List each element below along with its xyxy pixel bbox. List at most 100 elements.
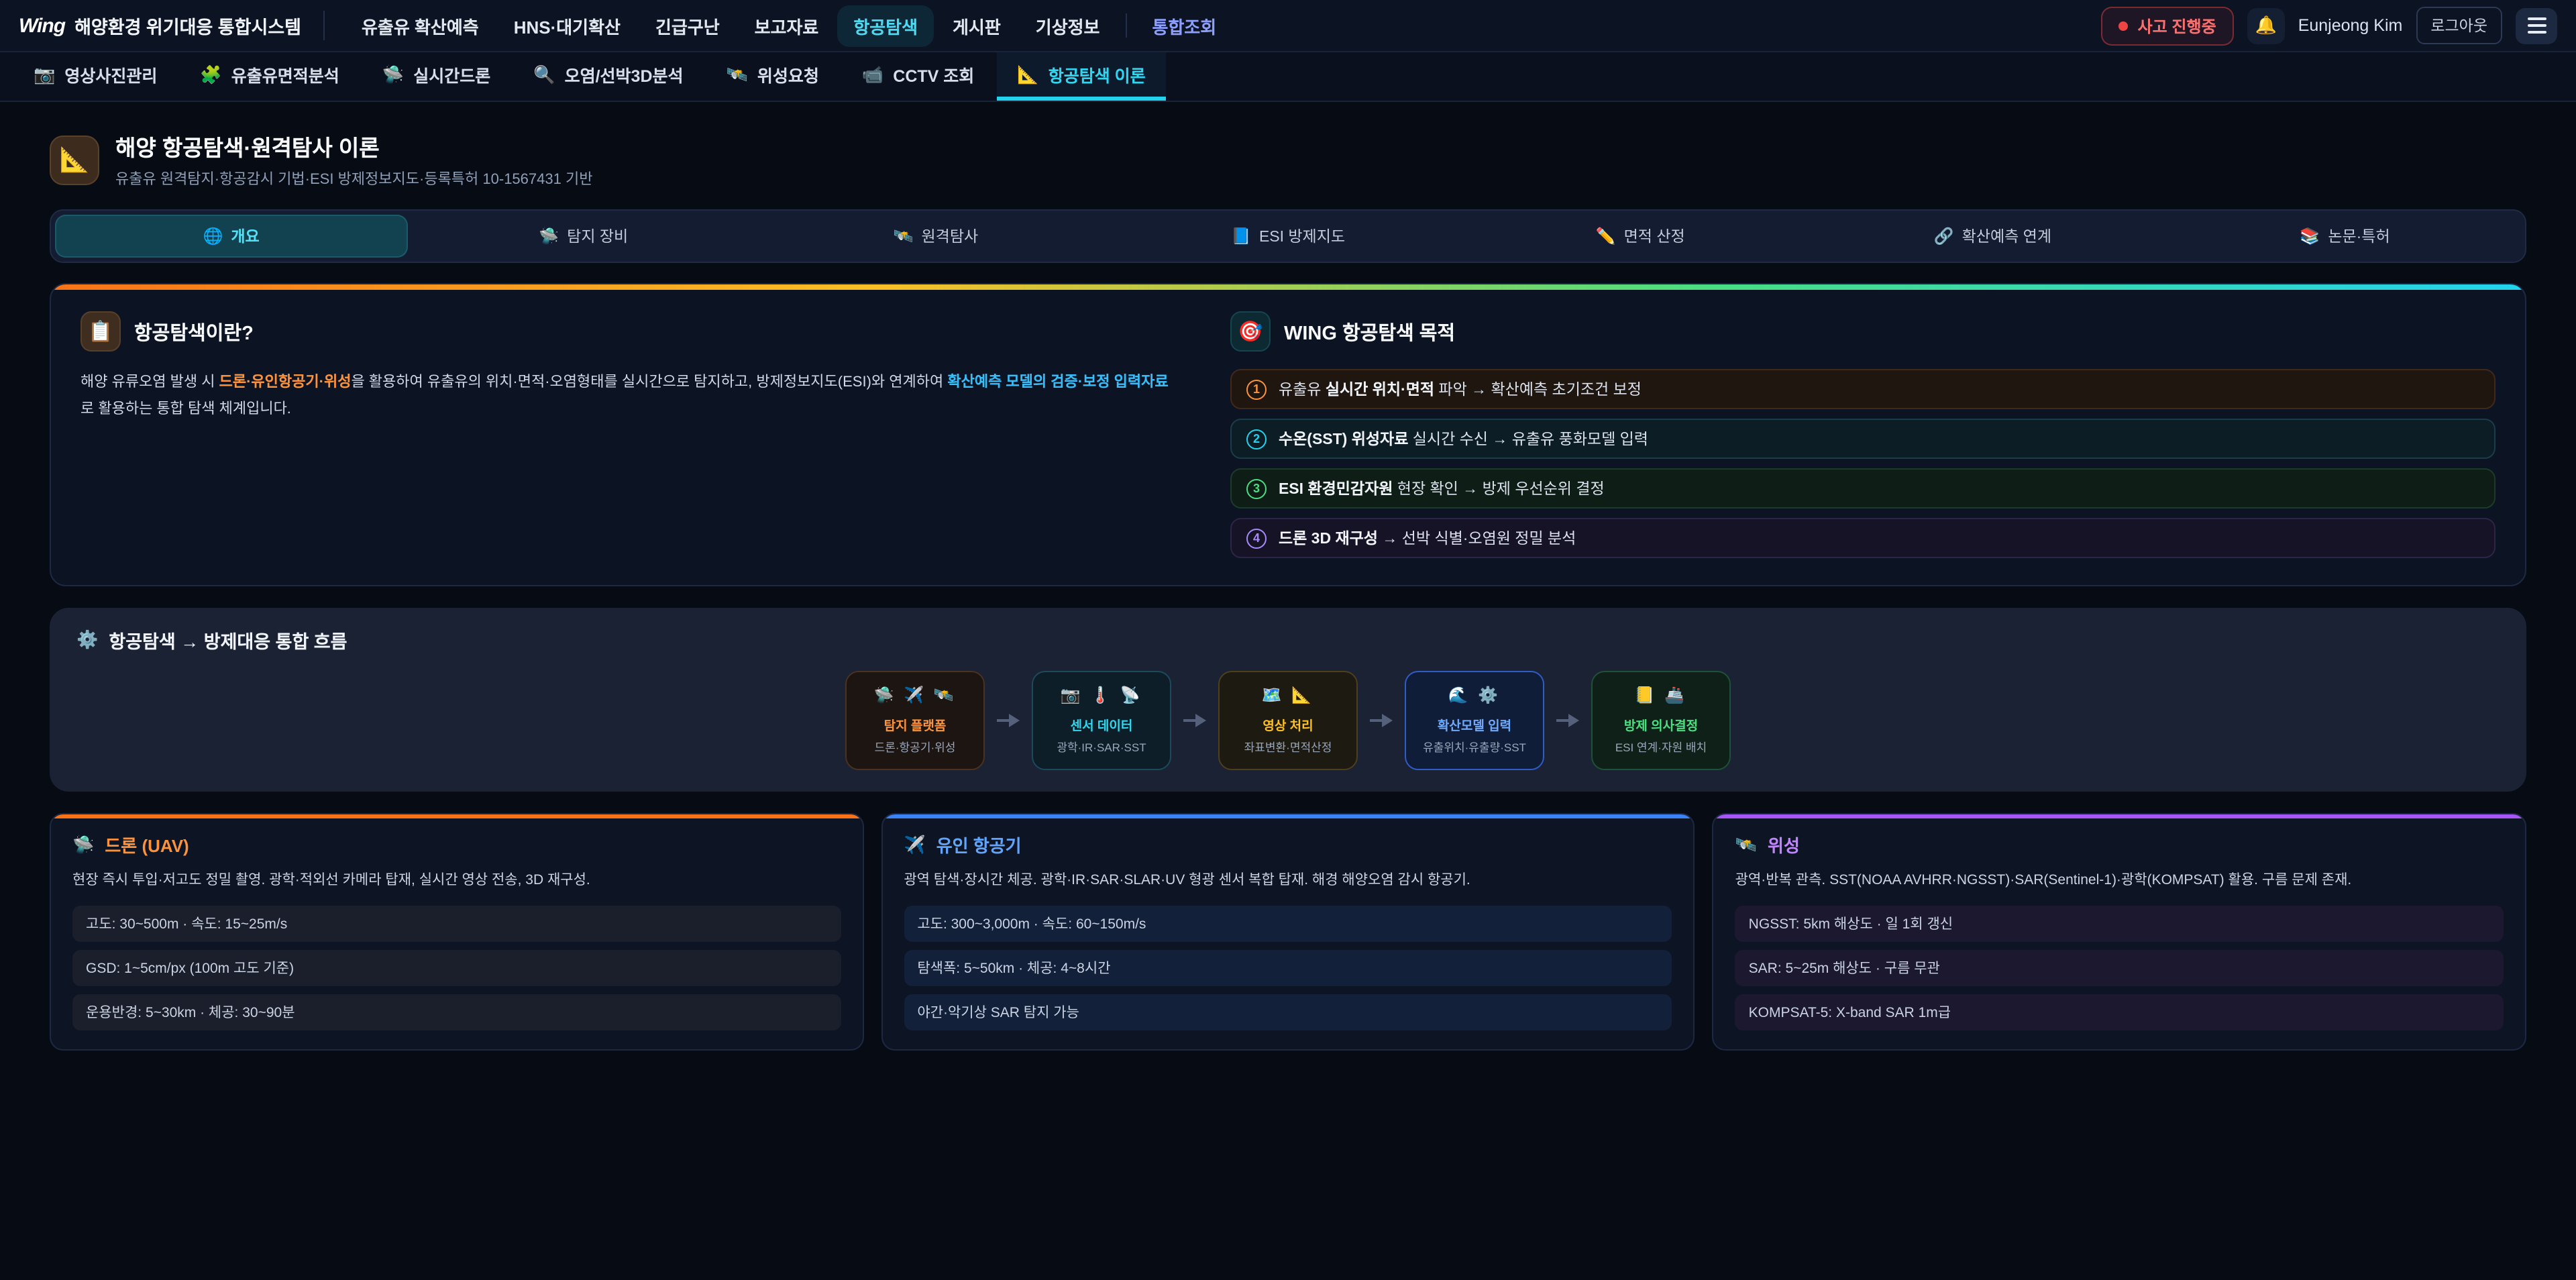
flow-step-diffusion-model-input: 🌊 ⚙️ 확산모델 입력 유출위치·유출량·SST <box>1405 671 1544 770</box>
notification-bell-button[interactable]: 🔔 <box>2247 7 2285 44</box>
hamburger-menu-button[interactable] <box>2516 7 2557 44</box>
logout-button[interactable]: 로그아웃 <box>2416 7 2502 44</box>
incident-status-badge: 사고 진행중 <box>2102 6 2234 45</box>
tab-overview[interactable]: 🌐 개요 <box>55 215 407 258</box>
nav-item-hns-diffusion[interactable]: HNS·대기확산 <box>498 5 637 46</box>
goal-item: 2 수온(SST) 위성자료 실시간 수신 → 유출유 풍화모델 입력 <box>1230 419 2496 459</box>
intro-section: 📋 항공탐색이란? 해양 유류오염 발생 시 드론·유인항공기·위성을 활용하여… <box>80 311 1169 558</box>
tab-remote-sensing[interactable]: 🛰️ 원격탐사 <box>759 215 1112 258</box>
highlight-platforms: 드론·유인항공기·위성 <box>219 374 352 390</box>
subnav-item-aerial-search-theory[interactable]: 📐 항공탐색 이론 <box>997 52 1165 101</box>
page-subtitle: 유출유 원격탐지·항공감시 기법·ESI 방제정보지도·등록특허 10-1567… <box>115 168 592 189</box>
spec-row: 야간·악기상 SAR 탐지 가능 <box>904 994 1672 1030</box>
magnifier-icon: 🔍 <box>533 64 555 85</box>
subnav-label: 위성요청 <box>757 62 819 87</box>
page-content: 📐 해양 항공탐색·원격탐사 이론 유출유 원격탐지·항공감시 기법·ESI 방… <box>0 102 2576 1051</box>
books-icon: 📚 <box>2300 227 2320 246</box>
flow-arrow-icon <box>997 714 1020 727</box>
platform-description: 광역 탐색·장시간 체공. 광학·IR·SAR·SLAR·UV 형광 센서 복합… <box>904 869 1672 892</box>
nav-item-integrated-search[interactable]: 통합조회 <box>1136 5 1232 46</box>
tab-label: 논문·특허 <box>2328 225 2390 247</box>
nav-item-emergency-rescue[interactable]: 긴급구난 <box>639 5 736 46</box>
subnav-item-realtime-drone[interactable]: 🛸 실시간드론 <box>362 52 511 101</box>
tab-area-calculation[interactable]: ✏️ 면적 산정 <box>1464 215 1817 258</box>
goal-item: 1 유출유 실시간 위치·면적 파악 → 확산예측 초기조건 보정 <box>1230 369 2496 409</box>
user-name: Eunjeong Kim <box>2298 16 2403 35</box>
clipboard-icon: 📋 <box>80 311 121 352</box>
triangle-ruler-icon: 📐 <box>1017 64 1038 85</box>
wave-gear-icons: 🌊 ⚙️ <box>1413 686 1536 704</box>
tab-label: 확산예측 연계 <box>1962 225 2051 247</box>
wing-logo: Wing <box>19 14 65 37</box>
platform-card-drone: 🛸 드론 (UAV) 현장 즉시 투입·저고도 정밀 촬영. 광학·적외선 카메… <box>50 813 863 1051</box>
tab-papers-patents[interactable]: 📚 논문·특허 <box>2169 215 2521 258</box>
tab-detection-equipment[interactable]: 🛸 탐지 장비 <box>407 215 759 258</box>
tab-esi-map[interactable]: 📘 ESI 방제지도 <box>1112 215 1464 258</box>
subnav-item-pollution-ship-3d[interactable]: 🔍 오염/선박3D분석 <box>513 52 703 101</box>
link-icon: 🔗 <box>1934 227 1954 246</box>
tab-label: 면적 산정 <box>1624 225 1685 247</box>
number-circle-icon: 3 <box>1246 478 1267 498</box>
flow-arrow-icon <box>1370 714 1393 727</box>
intro-title: 항공탐색이란? <box>134 317 254 345</box>
nav-item-oil-spill-forecast[interactable]: 유출유 확산예측 <box>345 5 495 46</box>
drone-icon: 🛸 <box>72 834 94 855</box>
nav-item-reports[interactable]: 보고자료 <box>739 5 835 46</box>
platform-title: 유인 항공기 <box>936 832 1022 857</box>
nav-item-aerial-search[interactable]: 항공탐색 <box>837 5 934 46</box>
drone-icon: 🛸 <box>382 64 404 85</box>
incident-status-label: 사고 진행중 <box>2138 14 2216 37</box>
tab-forecast-link[interactable]: 🔗 확산예측 연계 <box>1817 215 2169 258</box>
tab-label: 탐지 장비 <box>567 225 628 247</box>
page-titles: 해양 항공탐색·원격탐사 이론 유출유 원격탐지·항공감시 기법·ESI 방제정… <box>115 130 592 189</box>
platform-title: 드론 (UAV) <box>105 832 189 857</box>
red-dot-icon <box>2119 21 2129 30</box>
nav-item-board[interactable]: 게시판 <box>936 5 1017 46</box>
goal-item: 3 ESI 환경민감자원 현장 확인 → 방제 우선순위 결정 <box>1230 468 2496 509</box>
spec-row: 고도: 30~500m · 속도: 15~25m/s <box>72 906 841 942</box>
globe-icon: 🌐 <box>203 227 223 246</box>
target-icon: 🎯 <box>1230 311 1271 352</box>
highlight-model-input: 확산예측 모델의 검증·보정 입력자료 <box>947 374 1168 390</box>
nav-item-weather[interactable]: 기상정보 <box>1020 5 1116 46</box>
tab-label: 개요 <box>231 225 259 247</box>
app-root: Wing 해양환경 위기대응 통합시스템 유출유 확산예측 HNS·대기확산 긴… <box>0 0 2576 1280</box>
subnav-label: 오염/선박3D분석 <box>565 62 684 87</box>
flow-step-detection-platform: 🛸 ✈️ 🛰️ 탐지 플랫폼 드론·항공기·위성 <box>845 671 985 770</box>
flow-title: 항공탐색 → 방제대응 통합 흐름 <box>109 627 347 653</box>
tab-label: 원격탐사 <box>922 225 979 247</box>
subnav-label: 유출유면적분석 <box>231 62 339 87</box>
overview-card: 📋 항공탐색이란? 해양 유류오염 발생 시 드론·유인항공기·위성을 활용하여… <box>50 283 2526 586</box>
gear-icon: ⚙️ <box>76 629 98 651</box>
spec-row: 탐색폭: 5~50km · 체공: 4~8시간 <box>904 950 1672 986</box>
hamburger-icon <box>2527 17 2546 20</box>
flow-step-sensor-data: 📷 🌡️ 📡 센서 데이터 광학·IR·SAR·SST <box>1032 671 1171 770</box>
platform-card-manned-aircraft: ✈️ 유인 항공기 광역 탐색·장시간 체공. 광학·IR·SAR·SLAR·U… <box>881 813 1695 1051</box>
subnav-item-image-photo-management[interactable]: 📷 영상사진관리 <box>13 52 177 101</box>
platform-icons: 🛸 ✈️ 🛰️ <box>853 686 977 704</box>
nav-divider <box>1125 13 1126 38</box>
spec-row: SAR: 5~25m 해상도 · 구름 무관 <box>1735 950 2504 986</box>
number-circle-icon: 2 <box>1246 429 1267 449</box>
subnav-item-spill-area-analysis[interactable]: 🧩 유출유면적분석 <box>180 52 359 101</box>
platform-card-satellite: 🛰️ 위성 광역·반복 관측. SST(NOAA AVHRR·NGSST)·SA… <box>1713 813 2526 1051</box>
subnav-label: 실시간드론 <box>413 62 490 87</box>
subnav-label: 항공탐색 이론 <box>1049 62 1146 87</box>
pencil-icon: ✏️ <box>1596 227 1616 246</box>
subnav-item-cctv[interactable]: 📹 CCTV 조회 <box>842 52 994 101</box>
subnav-item-satellite-request[interactable]: 🛰️ 위성요청 <box>706 52 839 101</box>
blue-book-icon: 📘 <box>1231 227 1251 246</box>
flow-arrow-icon <box>1183 714 1206 727</box>
brand-logo[interactable]: Wing 해양환경 위기대응 통합시스템 <box>19 11 324 40</box>
header-right: 사고 진행중 🔔 Eunjeong Kim 로그아웃 <box>2102 6 2557 45</box>
spec-row: 운용반경: 5~30km · 체공: 30~90분 <box>72 994 841 1030</box>
gradient-top-border <box>51 284 2525 290</box>
satellite-icon: 🛰️ <box>1735 834 1757 855</box>
goal-item: 4 드론 3D 재구성 → 선박 식별·오염원 정밀 분석 <box>1230 518 2496 558</box>
page-triangle-ruler-icon: 📐 <box>50 135 99 184</box>
main-nav: 유출유 확산예측 HNS·대기확산 긴급구난 보고자료 항공탐색 게시판 기상정… <box>345 5 1232 46</box>
goals-section: 🎯 WING 항공탐색 목적 1 유출유 실시간 위치·면적 파악 → 확산예측… <box>1230 311 2496 558</box>
satellite-icon: 🛰️ <box>727 64 748 85</box>
page-title: 해양 항공탐색·원격탐사 이론 <box>115 130 592 162</box>
subnav-label: CCTV 조회 <box>893 62 974 87</box>
